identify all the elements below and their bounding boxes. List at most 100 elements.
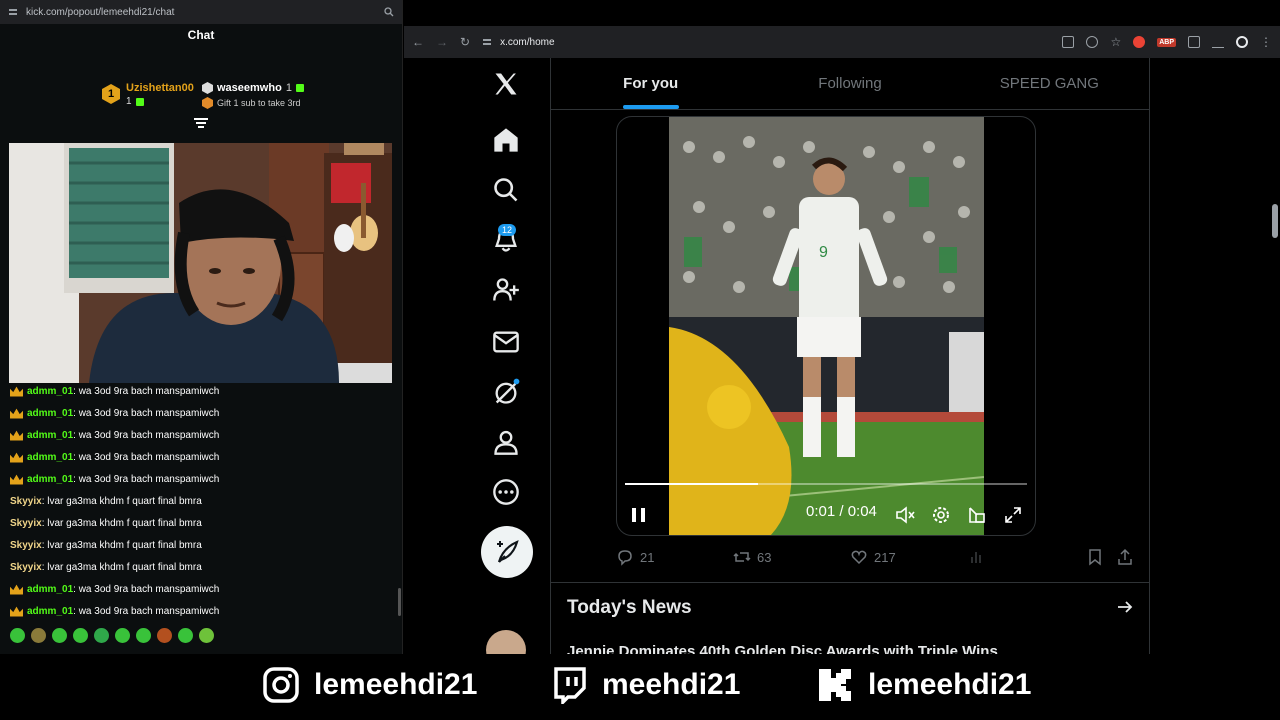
chat-username[interactable]: admm_01 [27,386,73,397]
tab-speed-gang[interactable]: SPEED GANG [950,58,1149,109]
extensions-puzzle-icon[interactable] [1188,36,1200,48]
chat-username[interactable]: Skyyix [10,562,42,573]
profile-icon[interactable] [1236,36,1248,48]
chat-message[interactable]: admm_01: wa 3od 9ra bach manspamiwch [10,402,390,424]
chat-username[interactable]: admm_01 [27,452,73,463]
leaderboard-first[interactable]: 1 Uzishettan00 1 [102,82,194,107]
chat-text: : wa 3od 9ra bach manspamiwch [73,385,220,397]
todays-news-section: Today's News Jennie Dominates 40th Golde… [551,582,1149,660]
chat-message[interactable]: Skyyix: lvar ga3ma khdm f quart final bm… [10,490,390,512]
chat-url[interactable]: kick.com/popout/lemeehdi21/chat [26,7,376,18]
emote-icon[interactable] [178,628,193,643]
video-player[interactable]: 9 0:01 / 0:04 [616,116,1036,536]
chat-username[interactable]: admm_01 [27,408,73,419]
chat-username[interactable]: Skyyix [10,540,42,551]
chat-message[interactable]: admm_01: wa 3od 9ra bach manspamiwch [10,424,390,446]
media-controls-icon[interactable] [1212,36,1224,48]
chat-text: : lvar ga3ma khdm f quart final bmra [41,495,202,507]
chat-username[interactable]: Skyyix [10,496,42,507]
site-settings-icon[interactable] [482,37,492,47]
instagram-handle: lemeehdi21 [262,666,477,704]
video-frame: 9 [669,117,984,535]
views-button[interactable] [968,548,986,566]
site-settings-icon[interactable] [8,7,18,17]
chat-message[interactable]: admm_01: wa 3od 9ra bach manspamiwch [10,600,390,622]
arrow-right-icon[interactable] [1117,599,1133,615]
collapse-icon[interactable] [194,118,208,130]
emote-icon[interactable] [73,628,88,643]
picture-in-picture-icon[interactable] [967,505,987,525]
emote-icon[interactable] [136,628,151,643]
chat-message[interactable]: Skyyix: lvar ga3ma khdm f quart final bm… [10,556,390,578]
chat-text: : lvar ga3ma khdm f quart final bmra [41,561,202,573]
gift-icon [135,97,144,106]
chat-text: : lvar ga3ma khdm f quart final bmra [41,539,202,551]
chat-text: : wa 3od 9ra bach manspamiwch [73,407,220,419]
rank-badge-icon: 1 [102,84,120,104]
more-icon[interactable] [492,478,520,506]
post-button[interactable] [481,526,533,578]
chat-username[interactable]: admm_01 [27,474,73,485]
tab-following[interactable]: Following [750,58,949,109]
video-controls: 0:01 / 0:04 [617,497,1035,533]
emote-icon[interactable] [52,628,67,643]
adblock-icon[interactable]: ABP [1157,37,1176,47]
messages-icon[interactable] [492,328,520,356]
chat-text: : wa 3od 9ra bach manspamiwch [73,451,220,463]
scrollbar-thumb[interactable] [1272,204,1278,238]
emote-icon[interactable] [199,628,214,643]
twitch-handle-text: meehdi21 [602,668,741,701]
emote-icon[interactable] [157,628,172,643]
x-logo-icon[interactable] [492,70,520,98]
emote-icon[interactable] [94,628,109,643]
repost-button[interactable]: 63 [733,548,771,566]
address-bar[interactable]: x.com/home [482,37,1050,48]
fullscreen-icon[interactable] [1003,505,1023,525]
chat-username[interactable]: Skyyix [10,518,42,529]
chat-username[interactable]: admm_01 [27,584,73,595]
page-scrollbar[interactable] [1272,88,1278,654]
like-button[interactable]: 217 [850,548,896,566]
compose-feather-icon [497,540,519,563]
zoom-icon[interactable] [1086,36,1099,48]
leaderboard-second[interactable]: waseemwho 1 Gift 1 sub to take 3rd [202,82,304,109]
forward-icon[interactable]: → [436,35,448,49]
mute-icon[interactable] [895,505,915,525]
home-icon[interactable] [492,126,520,154]
emote-icon[interactable] [31,628,46,643]
chat-message[interactable]: admm_01: wa 3od 9ra bach manspamiwch [10,468,390,490]
rank-badge-icon [202,82,213,94]
reply-button[interactable]: 21 [616,548,654,566]
extension-icon[interactable] [1133,36,1146,48]
chat-message[interactable]: Skyyix: lvar ga3ma khdm f quart final bm… [10,512,390,534]
zoom-icon[interactable] [384,7,394,17]
grok-icon[interactable] [492,378,520,406]
chat-username[interactable]: admm_01 [27,606,73,617]
reload-icon[interactable]: ↻ [460,35,470,49]
news-heading: Today's News [567,597,692,618]
chat-scrollbar[interactable] [398,588,401,616]
bookmark-star-icon[interactable]: ☆ [1110,35,1121,49]
emote-icon[interactable] [10,628,25,643]
screen: kick.com/popout/lemeehdi21/chat Chat 1 U… [0,0,1280,720]
chat-username[interactable]: admm_01 [27,430,73,441]
chat-message[interactable]: Skyyix: lvar ga3ma khdm f quart final bm… [10,534,390,556]
kick-handle: lemeehdi21 [816,666,1031,704]
chat-message[interactable]: admm_01: wa 3od 9ra bach manspamiwch [10,380,390,402]
search-icon[interactable] [492,176,520,204]
share-button[interactable] [1116,548,1134,566]
menu-kebab-icon[interactable]: ⋮ [1260,35,1272,49]
settings-gear-icon[interactable] [931,505,951,525]
chat-message[interactable]: admm_01: wa 3od 9ra bach manspamiwch [10,578,390,600]
chat-text: : wa 3od 9ra bach manspamiwch [73,583,220,595]
emote-icon[interactable] [115,628,130,643]
communities-icon[interactable] [492,276,520,304]
bookmark-button[interactable] [1086,548,1104,566]
pause-icon[interactable] [629,505,649,525]
install-app-icon[interactable] [1062,36,1075,48]
tab-for-you[interactable]: For you [551,58,750,109]
back-icon[interactable]: ← [412,35,424,49]
video-progress-bar[interactable] [625,483,1027,485]
chat-message[interactable]: admm_01: wa 3od 9ra bach manspamiwch [10,446,390,468]
profile-icon[interactable] [492,428,520,456]
